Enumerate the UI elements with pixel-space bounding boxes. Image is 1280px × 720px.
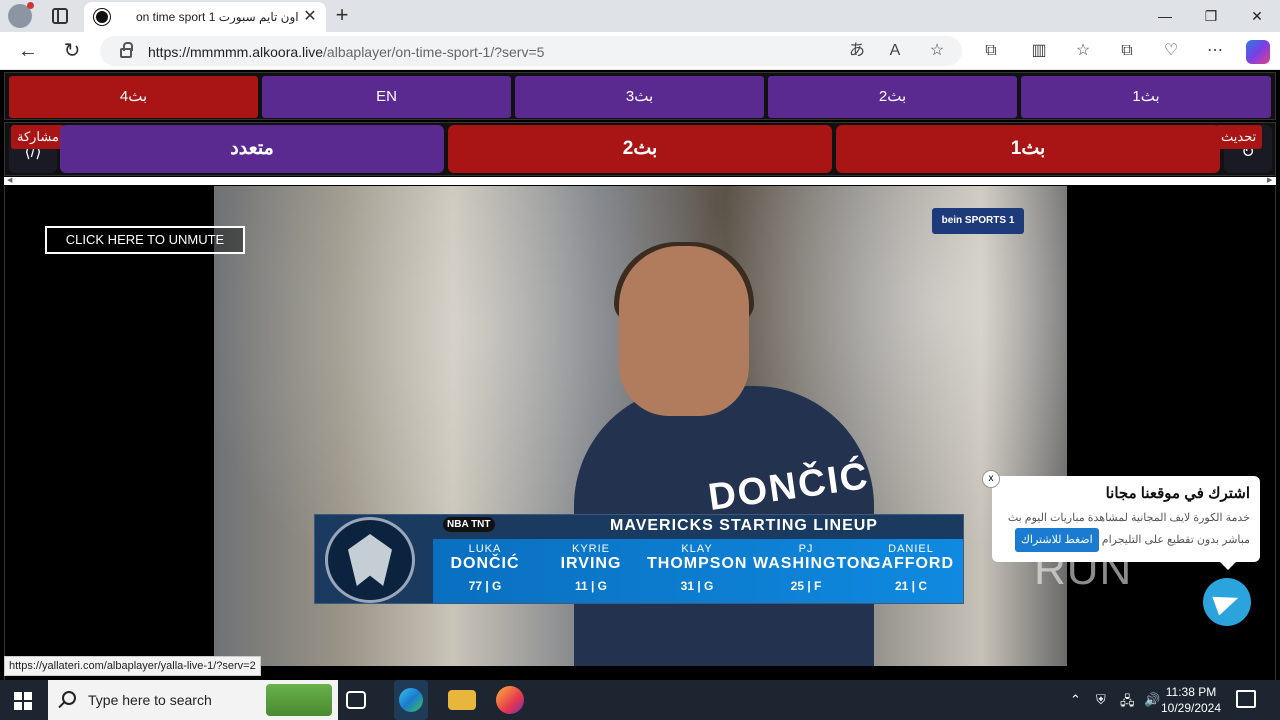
search-placeholder: Type here to search — [88, 692, 212, 708]
edge-taskbar-icon[interactable] — [394, 680, 428, 720]
url-path: /albaplayer/on-time-sport-1/?serv=5 — [323, 44, 545, 60]
stream-3-button[interactable]: بث3 — [515, 76, 764, 118]
lineup-player: PJ WASHINGTON 25 | F — [753, 543, 873, 593]
telegram-icon[interactable] — [1203, 578, 1251, 626]
nba-tnt-logo: NBA TNT — [443, 517, 495, 532]
multi-stream-button[interactable]: متعدد — [60, 125, 444, 173]
windows-start-icon[interactable] — [14, 692, 32, 710]
close-window-button[interactable]: ✕ — [1234, 0, 1280, 32]
lineup-player: DANIEL GAFFORD 21 | C — [867, 543, 955, 593]
browser-tab-bar: on time sport 1 اون تايم سبورت ✕ + — ❐ ✕ — [0, 0, 1280, 32]
new-tab-button[interactable]: + — [330, 4, 354, 28]
tab-actions-icon[interactable] — [52, 8, 68, 24]
extensions-icon[interactable]: ⧉ — [980, 40, 1002, 62]
subscribe-button[interactable]: اضغط للاشتراك — [1014, 528, 1099, 552]
clock-date: 10/29/2024 — [1160, 701, 1222, 715]
system-clock[interactable]: 11:38 PM 10/29/2024 — [1156, 684, 1226, 716]
refresh-label[interactable]: تحديث — [1215, 125, 1263, 149]
refresh-icon[interactable]: ↻ — [58, 38, 86, 64]
lineup-player: KYRIE IRVING 11 | G — [560, 543, 622, 593]
security-icon[interactable]: ⛨ — [1096, 692, 1106, 708]
starting-lineup-graphic: NBA TNT MAVERICKS STARTING LINEUP LUKA D… — [314, 514, 964, 604]
popup-tail — [1220, 562, 1236, 570]
share-label[interactable]: مشاركة — [11, 125, 65, 149]
notification-icon[interactable] — [1236, 690, 1256, 708]
firefox-icon[interactable] — [496, 686, 524, 714]
url-host: https://mmmmm.alkoora.live — [148, 44, 324, 60]
active-tab[interactable]: on time sport 1 اون تايم سبورت ✕ — [84, 2, 326, 32]
read-aloud-icon[interactable]: A — [884, 40, 906, 62]
popup-desc-line2: مباشر بدون تقطيع على التليجرام — [1101, 534, 1250, 546]
video-frame[interactable]: DONČIĆ bein SPORTS 1 NBA TNT MAVERICKS S… — [214, 186, 1067, 666]
stream-2-button[interactable]: بث2 — [768, 76, 1017, 118]
scroll-left-icon[interactable]: ◀ — [7, 177, 12, 185]
maximize-button[interactable]: ❐ — [1188, 0, 1234, 32]
task-view-icon[interactable] — [346, 691, 366, 709]
copilot-icon[interactable] — [1246, 40, 1270, 64]
unmute-button[interactable]: CLICK HERE TO UNMUTE — [45, 226, 245, 254]
horizontal-scrollbar[interactable]: ◀ ▶ — [4, 177, 1276, 185]
player-head — [619, 246, 749, 416]
soccer-ball-icon — [94, 9, 110, 25]
search-icon — [62, 691, 76, 705]
popup-title: اشترك في موقعنا مجانا — [1105, 485, 1250, 502]
taskbar-search[interactable]: Type here to search — [48, 680, 338, 720]
translate-icon[interactable]: あ — [846, 40, 868, 62]
search-highlight-image — [266, 684, 332, 716]
show-hidden-icons[interactable]: ⌃ — [1070, 692, 1081, 708]
english-stream-button[interactable]: EN — [262, 76, 511, 118]
scroll-right-icon[interactable]: ▶ — [1267, 177, 1272, 185]
close-tab-icon[interactable]: ✕ — [300, 7, 320, 27]
collections-icon[interactable]: ⧉ — [1116, 40, 1138, 62]
windows-taskbar: Type here to search ⌃ ⛨ 🖧 🔊 11:38 PM 10/… — [0, 680, 1280, 720]
close-popup-icon[interactable]: x — [982, 470, 1000, 488]
lineup-player: LUKA DONČIĆ 77 | G — [450, 543, 520, 593]
favorites-icon[interactable]: ☆ — [1072, 40, 1094, 62]
bein-sports-logo: bein SPORTS 1 — [932, 208, 1024, 234]
lock-icon — [120, 42, 133, 58]
server-button-row: ⟨/⟩ مشاركة متعدد بث2 بث1 ↻ تحديث — [4, 122, 1276, 176]
split-screen-icon[interactable]: ▥ — [1028, 40, 1050, 62]
network-icon[interactable]: 🖧 — [1120, 692, 1135, 714]
web-page: بث4 EN بث3 بث2 بث1 ⟨/⟩ مشاركة متعدد بث2 … — [0, 70, 1280, 680]
clock-time: 11:38 PM — [1165, 685, 1217, 699]
lineup-title: MAVERICKS STARTING LINEUP — [610, 517, 878, 534]
url-input[interactable]: https://mmmmm.alkoora.live/albaplayer/on… — [100, 36, 962, 66]
file-explorer-icon[interactable] — [448, 690, 476, 710]
favorite-star-icon[interactable]: ☆ — [926, 40, 948, 62]
profile-icon[interactable] — [8, 2, 34, 28]
mavericks-logo — [325, 517, 415, 603]
lineup-player: KLAY THOMPSON 31 | G — [647, 543, 748, 593]
browser-essentials-icon[interactable]: ♡ — [1160, 40, 1182, 62]
server-1-button[interactable]: بث1 — [836, 125, 1220, 173]
link-status-bar: https://yallateri.com/albaplayer/yalla-l… — [4, 656, 261, 676]
video-player[interactable]: DONČIĆ bein SPORTS 1 NBA TNT MAVERICKS S… — [4, 186, 1276, 680]
stream-4-button[interactable]: بث4 — [9, 76, 258, 118]
back-arrow-icon[interactable]: ← — [14, 38, 42, 64]
stream-1-button[interactable]: بث1 — [1021, 76, 1271, 118]
telegram-subscribe-popup: اشترك في موقعنا مجانا خدمة الكورة لايف ا… — [992, 476, 1260, 562]
server-2-button[interactable]: بث2 — [448, 125, 832, 173]
tab-title: on time sport 1 اون تايم سبورت — [136, 10, 299, 24]
lineup-players: LUKA DONČIĆ 77 | G KYRIE IRVING 11 | G K… — [433, 539, 963, 603]
minimize-button[interactable]: — — [1142, 0, 1188, 32]
address-bar-row: ← ↻ https://mmmmm.alkoora.live/albaplaye… — [0, 32, 1280, 70]
more-menu-icon[interactable]: ⋯ — [1204, 40, 1226, 62]
stream-button-row: بث4 EN بث3 بث2 بث1 — [4, 72, 1276, 120]
popup-description: خدمة الكورة لايف المجانية لمشاهدة مباريا… — [1002, 508, 1250, 552]
